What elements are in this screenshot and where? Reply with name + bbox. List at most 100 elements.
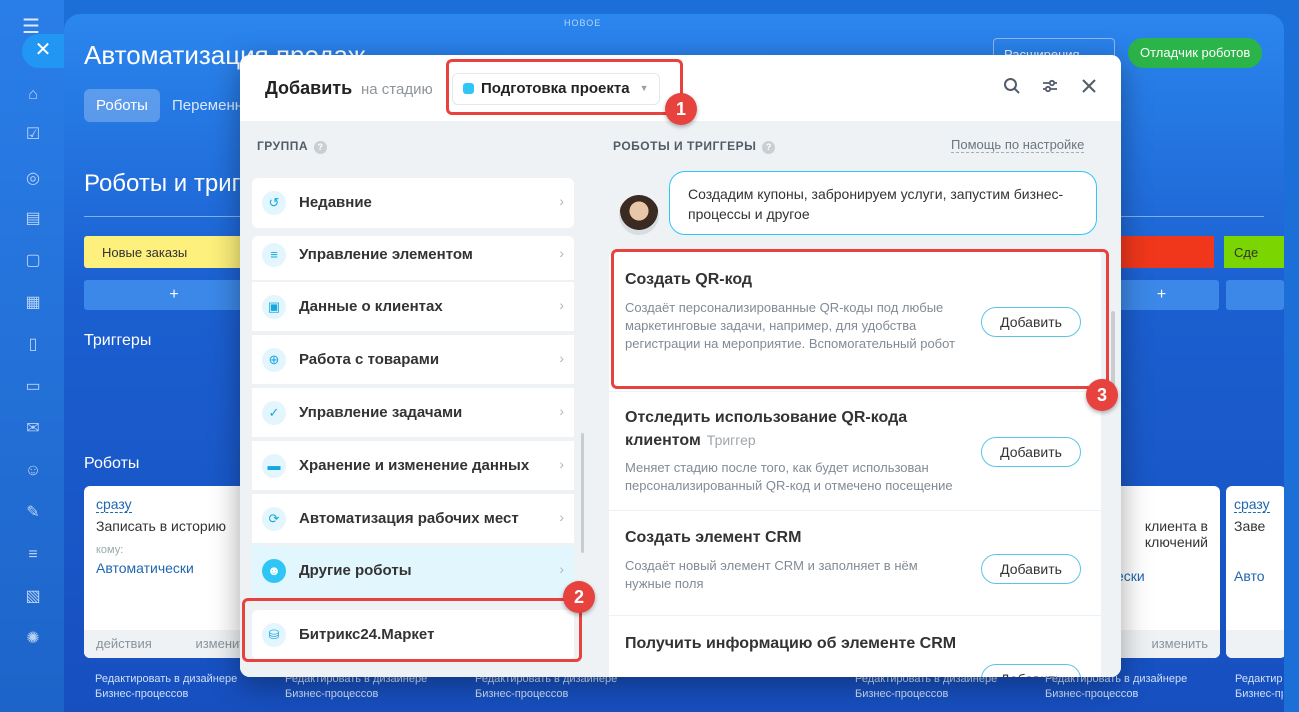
actions-label: действия (96, 636, 152, 651)
home-icon[interactable]: ⌂ (22, 84, 44, 106)
group-label: Управление элементом (299, 246, 473, 263)
robot-item-track-qr: Отследить использование QR-кода клиентом… (609, 392, 1101, 510)
tab-robots[interactable]: Роботы (84, 89, 160, 122)
settings-sliders-icon[interactable] (1039, 77, 1061, 99)
edit-in-designer-link[interactable]: Редактировать в дизайнереБизнес-процессо… (1235, 672, 1283, 702)
highlight-frame (242, 598, 582, 662)
robots-pane: РОБОТЫ И ТРИГГЕРЫ? Помощь по настройке С… (595, 121, 1121, 677)
group-label: Хранение и изменение данных (299, 457, 530, 474)
to-value[interactable]: Авто (1234, 568, 1278, 584)
highlight-frame (446, 59, 683, 115)
group-label: Недавние (299, 194, 372, 211)
add-stage-button[interactable]: + (1104, 280, 1219, 310)
when-link[interactable]: сразу (1234, 496, 1270, 513)
robot-item-get-crm-info: Получить информацию об элементе CRM Доба… (609, 616, 1101, 677)
robot-card[interactable]: клиента в ключений ески изменить (1104, 486, 1220, 658)
edit-in-designer-link[interactable]: Редактировать в дизайнереБизнес-процессо… (95, 672, 237, 702)
close-icon[interactable] (1078, 77, 1100, 99)
debug-button[interactable]: Отладчик роботов (1128, 38, 1263, 68)
avatar (619, 195, 659, 235)
card-title-2: ключений (1144, 534, 1208, 550)
database-icon: ▬ (262, 454, 286, 478)
robot-item-create-crm: Создать элемент CRM Создаёт новый элемен… (609, 511, 1101, 615)
robot-card[interactable]: сразу Заве Авто (1226, 486, 1284, 658)
chevron-right-icon: › (559, 245, 564, 261)
new-label: НОВОЕ (564, 18, 602, 28)
robot-title: Получить информацию об элементе CRM (625, 635, 957, 652)
triggers-label: Триггеры (84, 332, 152, 349)
stage-green[interactable]: Сде (1224, 236, 1284, 268)
step-badge-1: 1 (665, 93, 697, 125)
group-item-recent[interactable]: ↺ Недавние › (252, 178, 574, 228)
task-check-icon: ✓ (262, 401, 286, 425)
clock-icon: ↺ (262, 191, 286, 215)
add-robot-dialog: Добавить на стадию Подготовка проекта ▼ Г… (240, 55, 1121, 677)
chevron-right-icon: › (559, 509, 564, 525)
card-footer (1226, 630, 1284, 658)
to-label: кому: (96, 544, 124, 556)
group-caption: ГРУППА? (257, 139, 328, 154)
group-item-data-storage[interactable]: ▬ Хранение и изменение данных › (252, 440, 574, 490)
robots-caption: РОБОТЫ И ТРИГГЕРЫ? (613, 139, 776, 154)
group-item-client-data[interactable]: ▣ Данные о клиентах › (252, 281, 574, 331)
users-icon[interactable]: ☺ (22, 460, 44, 482)
search-icon[interactable] (1001, 77, 1023, 99)
robot-card[interactable]: сразу Записать в историю кому: Автоматич… (84, 486, 264, 658)
chevron-right-icon: › (559, 456, 564, 472)
when-link[interactable]: сразу (96, 496, 132, 513)
group-label: Данные о клиентах (299, 298, 443, 315)
add-button[interactable]: Добавить (981, 437, 1081, 467)
chevron-right-icon: › (559, 403, 564, 419)
palette-icon[interactable]: ◎ (22, 168, 44, 190)
add-button[interactable]: Добавить (981, 664, 1081, 677)
group-label: Другие роботы (299, 562, 412, 579)
group-item-workplace-automation[interactable]: ⟳ Автоматизация рабочих мест › (252, 493, 574, 543)
file-icon[interactable]: ▯ (22, 334, 44, 356)
group-item-other-robots[interactable]: ☻ Другие роботы › (252, 546, 574, 596)
chat-icon[interactable]: ▢ (22, 250, 44, 272)
help-icon[interactable]: ? (762, 141, 776, 154)
group-label: Работа с товарами (299, 351, 440, 368)
doc-icon[interactable]: ▤ (22, 208, 44, 230)
calendar-icon[interactable]: ▦ (22, 292, 44, 314)
group-label: Автоматизация рабочих мест (299, 510, 519, 527)
step-badge-2: 2 (563, 581, 595, 613)
group-item-element-control[interactable]: ≡ Управление элементом › (252, 236, 574, 280)
robot-title: Создать элемент CRM (625, 529, 802, 546)
pen-icon[interactable]: ✎ (22, 502, 44, 524)
to-value[interactable]: ески (1116, 568, 1208, 584)
to-value[interactable]: Автоматически (96, 560, 252, 576)
cycle-icon: ⟳ (262, 507, 286, 531)
filter-icon[interactable]: ≡ (22, 544, 44, 566)
chat-bubble: Создадим купоны, забронируем услуги, зап… (669, 171, 1097, 235)
check-icon[interactable]: ☑ (22, 124, 44, 146)
group-item-products[interactable]: ⊕ Работа с товарами › (252, 334, 574, 384)
dialog-title: Добавить (265, 78, 353, 98)
group-label: Управление задачами (299, 404, 463, 421)
card-footer: действия изменить (84, 630, 264, 658)
edit-link[interactable]: изменить (1151, 636, 1208, 651)
robot-description: Меняет стадию после того, как будет испо… (625, 460, 953, 493)
chevron-right-icon: › (559, 350, 564, 366)
card-icon[interactable]: ▭ (22, 376, 44, 398)
setup-help-link[interactable]: Помощь по настройке (951, 137, 1085, 153)
card-footer: изменить (1104, 630, 1220, 658)
mail-icon[interactable]: ✉ (22, 418, 44, 440)
gear-doc-icon[interactable]: ▧ (22, 586, 44, 608)
chevron-right-icon: › (559, 193, 564, 209)
card-title: Заве (1234, 518, 1266, 534)
help-icon[interactable]: ? (314, 141, 328, 154)
settings-icon[interactable]: ✺ (22, 628, 44, 650)
step-badge-3: 3 (1086, 379, 1118, 411)
add-stage-button[interactable] (1226, 280, 1284, 310)
group-item-tasks[interactable]: ✓ Управление задачами › (252, 387, 574, 437)
chevron-right-icon: › (559, 297, 564, 313)
robots-label: Роботы (84, 455, 140, 472)
scrollbar[interactable] (581, 433, 584, 553)
close-icon[interactable]: ✕ (22, 34, 64, 68)
add-button[interactable]: Добавить (981, 554, 1081, 584)
left-rail: ☰ ✕ ⌂ ☑ ◎ ▤ ▢ ▦ ▯ ▭ ✉ ☺ ✎ ≡ ▧ ✺ (0, 0, 64, 712)
stage-new-orders[interactable]: Новые заказы (84, 236, 244, 268)
add-stage-button[interactable]: + (84, 280, 264, 310)
robot-icon: ☻ (262, 559, 286, 583)
